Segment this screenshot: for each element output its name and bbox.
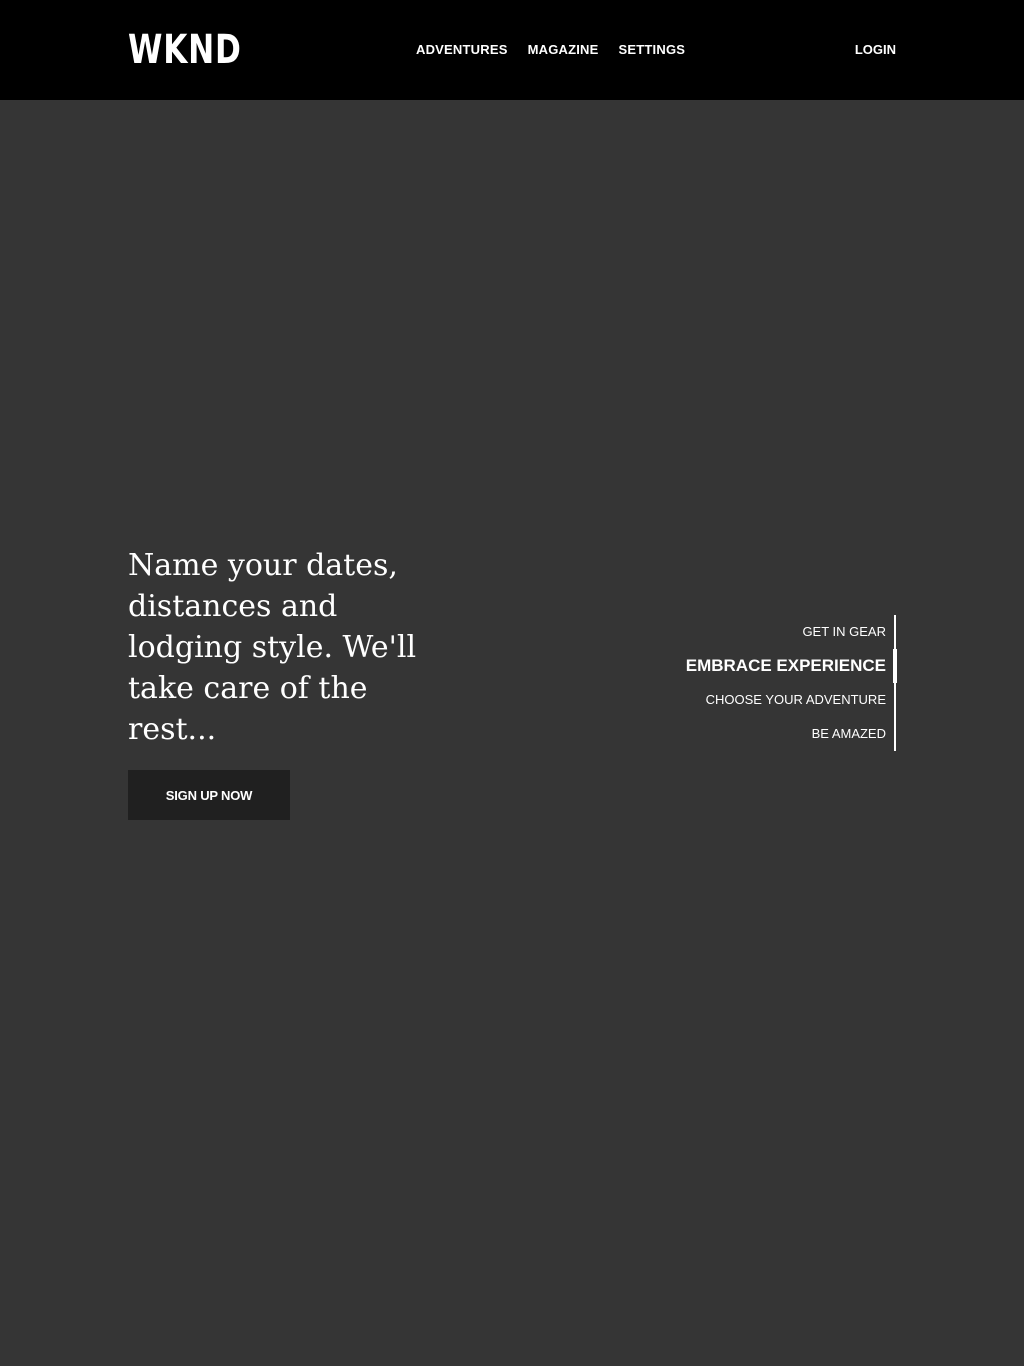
step-get-in-gear[interactable]: GET IN GEAR (636, 615, 896, 649)
site-header: WKND ADVENTURES MAGAZINE SETTINGS LOGIN (0, 0, 1024, 100)
sign-up-button[interactable]: SIGN UP NOW (128, 770, 290, 820)
hero-headline: Name your dates, distances and lodging s… (128, 548, 417, 747)
nav-magazine-link[interactable]: MAGAZINE (528, 41, 599, 59)
login-link[interactable]: LOGIN (855, 41, 896, 59)
hero-section: Name your dates, distances and lodging s… (0, 100, 1024, 1366)
nav-adventures-link[interactable]: ADVENTURES (416, 41, 508, 59)
wknd-logo[interactable]: WKND (128, 28, 242, 72)
step-be-amazed[interactable]: BE AMAZED (636, 717, 896, 751)
main-nav: ADVENTURES MAGAZINE SETTINGS (416, 41, 685, 59)
step-choose-your-adventure[interactable]: CHOOSE YOUR ADVENTURE (636, 683, 896, 717)
steps-list: GET IN GEAR EMBRACE EXPERIENCE CHOOSE YO… (636, 615, 897, 751)
nav-settings-link[interactable]: SETTINGS (619, 41, 686, 59)
step-embrace-experience[interactable]: EMBRACE EXPERIENCE (636, 649, 897, 683)
